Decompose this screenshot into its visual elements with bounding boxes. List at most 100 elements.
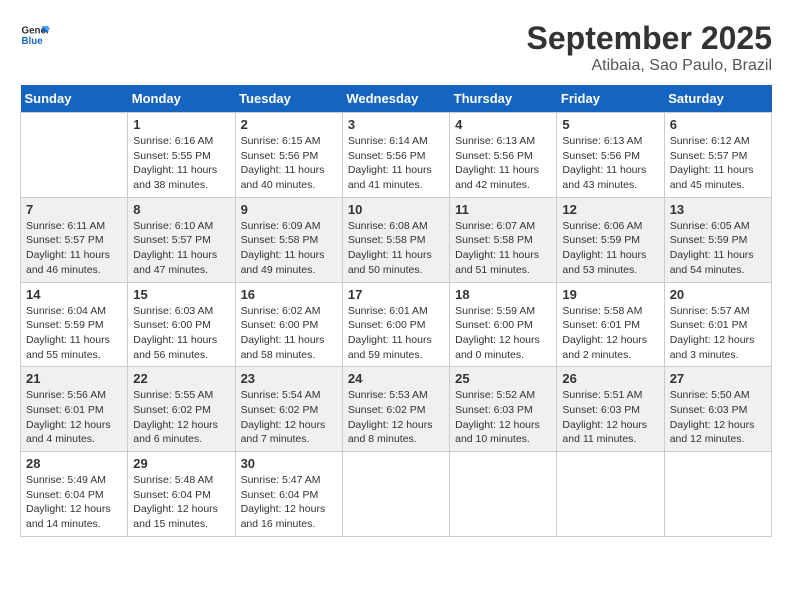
- calendar-cell: 7 Sunrise: 6:11 AM Sunset: 5:57 PM Daylig…: [21, 197, 128, 282]
- calendar-cell: 4 Sunrise: 6:13 AM Sunset: 5:56 PM Daylig…: [450, 113, 557, 198]
- calendar-cell: 1 Sunrise: 6:16 AM Sunset: 5:55 PM Daylig…: [128, 113, 235, 198]
- calendar-day-header: Saturday: [664, 85, 771, 113]
- day-number: 14: [26, 287, 122, 302]
- calendar-day-header: Friday: [557, 85, 664, 113]
- calendar-cell: 27 Sunrise: 5:50 AM Sunset: 6:03 PM Dayli…: [664, 367, 771, 452]
- day-info: Sunrise: 5:57 AM Sunset: 6:01 PM Dayligh…: [670, 304, 766, 363]
- day-info: Sunrise: 5:59 AM Sunset: 6:00 PM Dayligh…: [455, 304, 551, 363]
- calendar-cell: 21Sunrise: 5:56 AM Sunset: 6:01 PM Dayli…: [21, 367, 128, 452]
- day-info: Sunrise: 6:08 AM Sunset: 5:58 PM Dayligh…: [348, 219, 444, 278]
- day-number: 28: [26, 456, 122, 471]
- calendar-cell: 11 Sunrise: 6:07 AM Sunset: 5:58 PM Dayli…: [450, 197, 557, 282]
- day-info: Sunrise: 6:04 AM Sunset: 5:59 PM Dayligh…: [26, 304, 122, 363]
- day-number: 10: [348, 202, 444, 217]
- day-number: 9: [241, 202, 337, 217]
- day-number: 5: [562, 117, 658, 132]
- day-number: 8: [133, 202, 229, 217]
- day-info: Sunrise: 5:56 AM Sunset: 6:01 PM Dayligh…: [26, 388, 122, 447]
- day-number: 30: [241, 456, 337, 471]
- calendar-cell: [342, 452, 449, 537]
- calendar-cell: 15 Sunrise: 6:03 AM Sunset: 6:00 PM Dayli…: [128, 282, 235, 367]
- day-number: 4: [455, 117, 551, 132]
- day-info: Sunrise: 6:15 AM Sunset: 5:56 PM Dayligh…: [241, 134, 337, 193]
- calendar-week-row: 21Sunrise: 5:56 AM Sunset: 6:01 PM Dayli…: [21, 367, 772, 452]
- day-number: 25: [455, 371, 551, 386]
- calendar-cell: 9 Sunrise: 6:09 AM Sunset: 5:58 PM Daylig…: [235, 197, 342, 282]
- day-number: 22: [133, 371, 229, 386]
- calendar-cell: 22Sunrise: 5:55 AM Sunset: 6:02 PM Dayli…: [128, 367, 235, 452]
- day-number: 20: [670, 287, 766, 302]
- calendar-cell: 19 Sunrise: 5:58 AM Sunset: 6:01 PM Dayli…: [557, 282, 664, 367]
- day-number: 19: [562, 287, 658, 302]
- day-info: Sunrise: 6:11 AM Sunset: 5:57 PM Dayligh…: [26, 219, 122, 278]
- calendar-day-header: Monday: [128, 85, 235, 113]
- day-info: Sunrise: 5:51 AM Sunset: 6:03 PM Dayligh…: [562, 388, 658, 447]
- page-header: General Blue September 2025 Atibaia, Sao…: [20, 20, 772, 75]
- calendar-cell: [557, 452, 664, 537]
- calendar-cell: [664, 452, 771, 537]
- day-info: Sunrise: 6:16 AM Sunset: 5:55 PM Dayligh…: [133, 134, 229, 193]
- calendar-cell: 29Sunrise: 5:48 AM Sunset: 6:04 PM Dayli…: [128, 452, 235, 537]
- day-info: Sunrise: 6:07 AM Sunset: 5:58 PM Dayligh…: [455, 219, 551, 278]
- day-info: Sunrise: 6:01 AM Sunset: 6:00 PM Dayligh…: [348, 304, 444, 363]
- calendar-cell: 10 Sunrise: 6:08 AM Sunset: 5:58 PM Dayli…: [342, 197, 449, 282]
- day-info: Sunrise: 6:13 AM Sunset: 5:56 PM Dayligh…: [455, 134, 551, 193]
- day-info: Sunrise: 6:06 AM Sunset: 5:59 PM Dayligh…: [562, 219, 658, 278]
- calendar-cell: 18 Sunrise: 5:59 AM Sunset: 6:00 PM Dayli…: [450, 282, 557, 367]
- day-info: Sunrise: 5:50 AM Sunset: 6:03 PM Dayligh…: [670, 388, 766, 447]
- day-info: Sunrise: 6:10 AM Sunset: 5:57 PM Dayligh…: [133, 219, 229, 278]
- day-info: Sunrise: 6:13 AM Sunset: 5:56 PM Dayligh…: [562, 134, 658, 193]
- calendar-cell: 5 Sunrise: 6:13 AM Sunset: 5:56 PM Daylig…: [557, 113, 664, 198]
- calendar-body: 1 Sunrise: 6:16 AM Sunset: 5:55 PM Daylig…: [21, 113, 772, 537]
- day-number: 1: [133, 117, 229, 132]
- day-number: 3: [348, 117, 444, 132]
- logo: General Blue: [20, 20, 50, 50]
- day-info: Sunrise: 6:03 AM Sunset: 6:00 PM Dayligh…: [133, 304, 229, 363]
- calendar-cell: 28 Sunrise: 5:49 AM Sunset: 6:04 PM Dayli…: [21, 452, 128, 537]
- calendar-cell: 23 Sunrise: 5:54 AM Sunset: 6:02 PM Dayli…: [235, 367, 342, 452]
- calendar-header-row: SundayMondayTuesdayWednesdayThursdayFrid…: [21, 85, 772, 113]
- day-info: Sunrise: 6:02 AM Sunset: 6:00 PM Dayligh…: [241, 304, 337, 363]
- calendar-cell: 16Sunrise: 6:02 AM Sunset: 6:00 PM Dayli…: [235, 282, 342, 367]
- calendar-table: SundayMondayTuesdayWednesdayThursdayFrid…: [20, 85, 772, 537]
- day-number: 24: [348, 371, 444, 386]
- day-info: Sunrise: 6:09 AM Sunset: 5:58 PM Dayligh…: [241, 219, 337, 278]
- calendar-cell: 26 Sunrise: 5:51 AM Sunset: 6:03 PM Dayli…: [557, 367, 664, 452]
- calendar-cell: 25Sunrise: 5:52 AM Sunset: 6:03 PM Dayli…: [450, 367, 557, 452]
- day-number: 27: [670, 371, 766, 386]
- calendar-cell: 14 Sunrise: 6:04 AM Sunset: 5:59 PM Dayli…: [21, 282, 128, 367]
- day-number: 18: [455, 287, 551, 302]
- day-info: Sunrise: 5:58 AM Sunset: 6:01 PM Dayligh…: [562, 304, 658, 363]
- day-number: 12: [562, 202, 658, 217]
- calendar-day-header: Thursday: [450, 85, 557, 113]
- calendar-cell: 8 Sunrise: 6:10 AM Sunset: 5:57 PM Daylig…: [128, 197, 235, 282]
- day-info: Sunrise: 5:49 AM Sunset: 6:04 PM Dayligh…: [26, 473, 122, 532]
- calendar-cell: 20 Sunrise: 5:57 AM Sunset: 6:01 PM Dayli…: [664, 282, 771, 367]
- day-number: 11: [455, 202, 551, 217]
- day-info: Sunrise: 5:47 AM Sunset: 6:04 PM Dayligh…: [241, 473, 337, 532]
- day-number: 2: [241, 117, 337, 132]
- svg-text:Blue: Blue: [22, 36, 44, 47]
- day-number: 6: [670, 117, 766, 132]
- calendar-week-row: 7 Sunrise: 6:11 AM Sunset: 5:57 PM Daylig…: [21, 197, 772, 282]
- calendar-cell: 2 Sunrise: 6:15 AM Sunset: 5:56 PM Daylig…: [235, 113, 342, 198]
- day-number: 26: [562, 371, 658, 386]
- page-subtitle: Atibaia, Sao Paulo, Brazil: [527, 57, 772, 75]
- day-number: 17: [348, 287, 444, 302]
- day-info: Sunrise: 5:54 AM Sunset: 6:02 PM Dayligh…: [241, 388, 337, 447]
- page-title: September 2025: [527, 20, 772, 57]
- day-number: 15: [133, 287, 229, 302]
- day-info: Sunrise: 6:12 AM Sunset: 5:57 PM Dayligh…: [670, 134, 766, 193]
- calendar-cell: 6 Sunrise: 6:12 AM Sunset: 5:57 PM Daylig…: [664, 113, 771, 198]
- calendar-cell: 30 Sunrise: 5:47 AM Sunset: 6:04 PM Dayli…: [235, 452, 342, 537]
- day-info: Sunrise: 6:05 AM Sunset: 5:59 PM Dayligh…: [670, 219, 766, 278]
- calendar-cell: 12 Sunrise: 6:06 AM Sunset: 5:59 PM Dayli…: [557, 197, 664, 282]
- day-number: 7: [26, 202, 122, 217]
- day-number: 23: [241, 371, 337, 386]
- calendar-day-header: Tuesday: [235, 85, 342, 113]
- calendar-cell: [21, 113, 128, 198]
- day-info: Sunrise: 6:14 AM Sunset: 5:56 PM Dayligh…: [348, 134, 444, 193]
- calendar-cell: [450, 452, 557, 537]
- day-number: 13: [670, 202, 766, 217]
- day-info: Sunrise: 5:53 AM Sunset: 6:02 PM Dayligh…: [348, 388, 444, 447]
